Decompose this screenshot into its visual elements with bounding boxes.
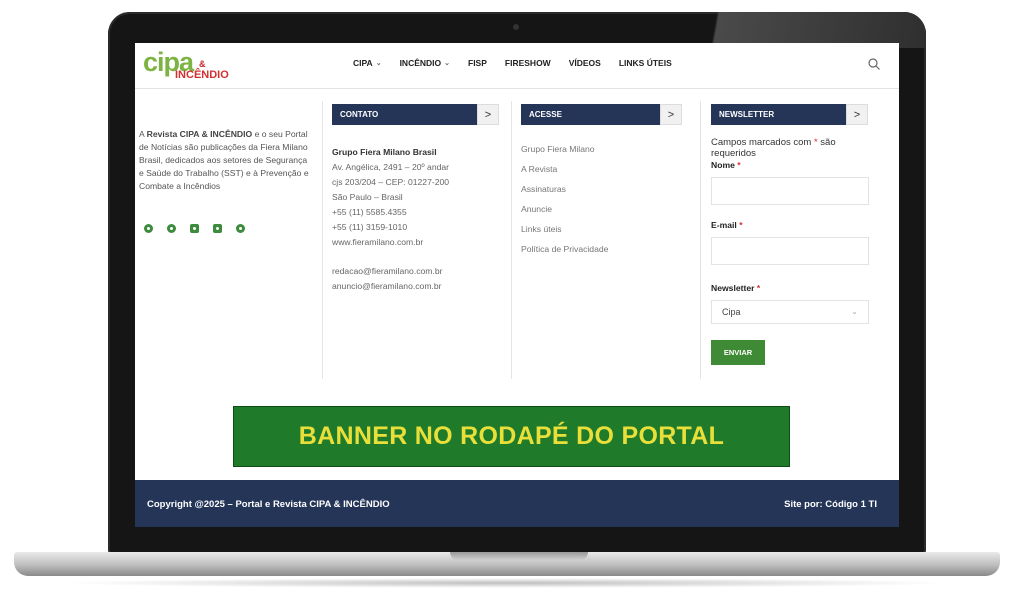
contact-line: São Paulo – Brasil (332, 192, 403, 202)
email-field[interactable] (711, 237, 869, 265)
main-nav: CIPA ⌄ INCÊNDIO ⌄ FISP FIRESHOW VÍDEOS LIN… (353, 58, 690, 68)
contact-website-link[interactable]: www.fieramilano.com.br (332, 235, 502, 250)
social-links (144, 224, 245, 233)
access-links: Grupo Fiera Milano A Revista Assinaturas… (521, 139, 608, 259)
website-screen: cipa & INCÊNDIO CIPA ⌄ INCÊNDIO ⌄ FISP FIR… (135, 43, 899, 527)
camera-dot (513, 24, 519, 30)
chevron-right-icon[interactable]: > (477, 104, 499, 125)
chevron-right-icon[interactable]: > (660, 104, 682, 125)
site-credit-link[interactable]: Site por: Código 1 TI (784, 499, 877, 510)
contact-email-link[interactable]: redacao@fieramilano.com.br (332, 264, 502, 279)
access-link[interactable]: Links úteis (521, 219, 608, 239)
spotify-icon[interactable] (236, 224, 245, 233)
nav-item-fisp[interactable]: FISP (468, 58, 487, 68)
name-field[interactable] (711, 177, 869, 205)
contact-phone[interactable]: +55 (11) 5585.4355 (332, 205, 502, 220)
search-icon[interactable] (867, 57, 881, 71)
banner-text: BANNER NO RODAPÉ DO PORTAL (298, 422, 725, 450)
contact-title: CONTATO (332, 104, 477, 125)
whatsapp-icon[interactable] (167, 224, 176, 233)
chevron-down-icon: ⌄ (851, 307, 858, 316)
newsletter-label: Newsletter * (711, 283, 873, 293)
laptop-shadow (60, 578, 954, 588)
required-star: * (737, 160, 741, 170)
chevron-right-icon[interactable]: > (846, 104, 868, 125)
email-label: E-mail * (711, 220, 873, 230)
contact-emails: redacao@fieramilano.com.br anuncio@fiera… (332, 264, 502, 294)
contact-line: cjs 203/204 – CEP: 01227-200 (332, 177, 450, 187)
nav-item-label: CIPA (353, 58, 373, 68)
newsletter-select-value: Cipa (722, 307, 741, 317)
access-link[interactable]: A Revista (521, 159, 608, 179)
contact-email-link[interactable]: anuncio@fieramilano.com.br (332, 279, 502, 294)
nav-item-videos[interactable]: VÍDEOS (569, 58, 601, 68)
required-star: * (756, 283, 761, 293)
required-star: * (813, 137, 818, 148)
logo-incendio: INCÊNDIO (175, 69, 229, 81)
contact-info: Grupo Fiera Milano Brasil Av. Angélica, … (332, 145, 502, 294)
instagram-icon[interactable] (144, 224, 153, 233)
linkedin-icon[interactable] (190, 224, 199, 233)
nav-item-links-uteis[interactable]: LINKS ÚTEIS (619, 58, 672, 68)
contact-company: Grupo Fiera Milano Brasil (332, 147, 437, 157)
send-button[interactable]: ENVIAR (711, 340, 765, 365)
access-link[interactable]: Grupo Fiera Milano (521, 139, 608, 159)
nav-item-fireshow[interactable]: FIRESHOW (505, 58, 551, 68)
access-title: ACESSE (521, 104, 660, 125)
youtube-icon[interactable] (213, 224, 222, 233)
name-label-text: Nome (711, 160, 735, 170)
access-link[interactable]: Assinaturas (521, 179, 608, 199)
site-logo[interactable]: cipa & INCÊNDIO (143, 47, 233, 85)
column-divider (511, 101, 512, 379)
laptop-notch (450, 552, 588, 560)
contact-heading: CONTATO > (332, 104, 499, 125)
contact-phone[interactable]: +55 (11) 3159-1010 (332, 220, 502, 235)
nav-item-label: VÍDEOS (568, 58, 601, 68)
required-star: * (739, 220, 743, 230)
required-note-text: Campos marcados com (711, 137, 812, 148)
nav-item-label: FISP (468, 58, 487, 68)
name-label: Nome * (711, 160, 873, 170)
nav-item-cipa[interactable]: CIPA ⌄ (353, 58, 382, 68)
nav-item-label: FIRESHOW (504, 58, 551, 68)
laptop-base (14, 552, 1000, 576)
nav-item-label: LINKS ÚTEIS (618, 58, 672, 68)
about-prefix: A (139, 129, 147, 139)
required-note: Campos marcados com * são requeridos (711, 137, 873, 159)
footer-banner[interactable]: BANNER NO RODAPÉ DO PORTAL (233, 406, 790, 467)
access-link[interactable]: Política de Privacidade (521, 239, 608, 259)
email-label-text: E-mail (711, 220, 737, 230)
newsletter-heading: NEWSLETTER > (711, 104, 868, 125)
access-heading: ACESSE > (521, 104, 682, 125)
copyright-text: Copyright @2025 – Portal e Revista CIPA … (147, 499, 390, 510)
newsletter-select[interactable]: Cipa ⌄ (711, 300, 869, 324)
nav-item-incendio[interactable]: INCÊNDIO ⌄ (400, 58, 450, 68)
newsletter-title: NEWSLETTER (711, 104, 846, 125)
about-text: A Revista CIPA & INCÊNDIO e o seu Portal… (139, 128, 313, 193)
nav-item-label: INCÊNDIO (399, 58, 442, 68)
copyright-bar: Copyright @2025 – Portal e Revista CIPA … (135, 480, 899, 527)
newsletter-label-text: Newsletter (711, 283, 755, 293)
column-divider (322, 101, 323, 379)
about-brand: Revista CIPA & INCÊNDIO (146, 129, 253, 139)
column-divider (700, 101, 701, 379)
logo-ampersand: & (199, 59, 206, 69)
site-header: cipa & INCÊNDIO CIPA ⌄ INCÊNDIO ⌄ FISP FIR… (135, 43, 899, 89)
contact-line: Av. Angélica, 2491 – 20º andar (332, 162, 450, 172)
access-link[interactable]: Anuncie (521, 199, 608, 219)
newsletter-form: Campos marcados com * são requeridos Nom… (711, 137, 873, 365)
chevron-down-icon: ⌄ (444, 60, 450, 67)
chevron-down-icon: ⌄ (375, 60, 382, 67)
